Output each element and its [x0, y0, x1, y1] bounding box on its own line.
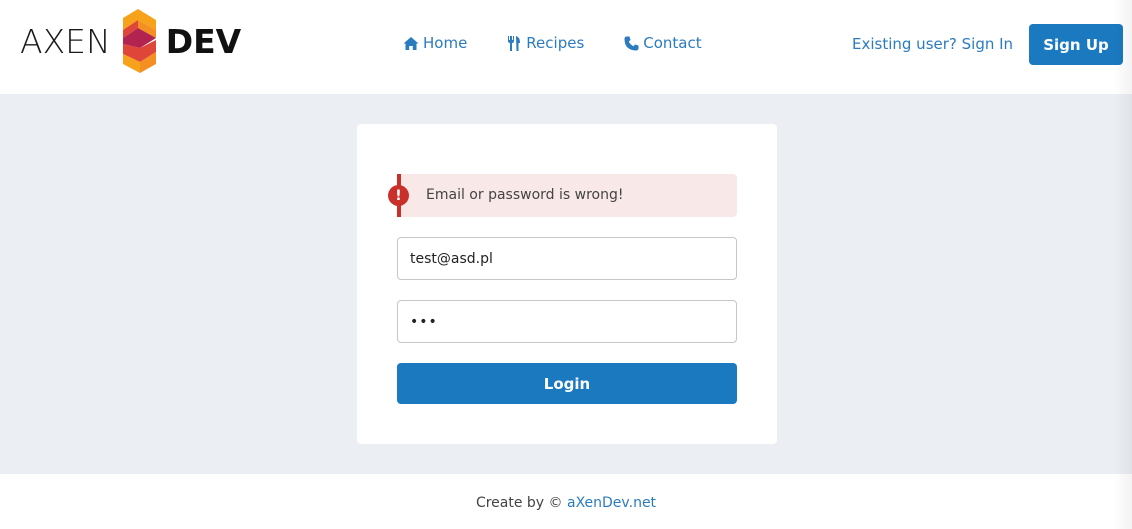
footer-prefix: Create by ©	[475, 495, 563, 511]
sign-in-link[interactable]: Existing user? Sign In	[852, 35, 1013, 53]
brand-logo[interactable]: AXEN DEV	[20, 8, 241, 74]
nav-item-home[interactable]: Home	[403, 34, 467, 52]
error-alert: ! Email or password is wrong!	[388, 174, 737, 217]
logo-mark-icon	[122, 9, 156, 73]
main-content: ! Email or password is wrong! Login	[0, 94, 1132, 474]
logo-text-dev: DEV	[165, 21, 242, 61]
site-header: AXEN DEV Home Recipes Contact Existing u…	[0, 0, 1132, 94]
email-field[interactable]	[397, 237, 737, 280]
nav-label-home: Home	[423, 34, 468, 52]
exclamation-icon: !	[388, 185, 409, 206]
home-icon	[403, 35, 419, 51]
password-field[interactable]	[397, 300, 737, 343]
footer-credit: Create by © aXenDev.net	[0, 495, 1132, 511]
sign-up-button[interactable]: Sign Up	[1029, 24, 1123, 65]
nav-item-contact[interactable]: Contact	[623, 34, 702, 52]
site-footer: Create by © aXenDev.net	[0, 474, 1132, 529]
logo-text-axen: AXEN	[20, 21, 111, 61]
footer-link[interactable]: aXenDev.net	[567, 495, 656, 511]
phone-icon	[623, 35, 639, 51]
login-card: ! Email or password is wrong! Login	[357, 124, 777, 444]
login-button[interactable]: Login	[397, 363, 737, 404]
main-nav: Home Recipes Contact	[403, 34, 741, 52]
nav-label-contact: Contact	[643, 34, 702, 52]
nav-item-recipes[interactable]: Recipes	[506, 34, 584, 52]
error-alert-text: Email or password is wrong!	[426, 187, 624, 203]
nav-label-recipes: Recipes	[526, 34, 585, 52]
utensils-icon	[506, 35, 522, 51]
